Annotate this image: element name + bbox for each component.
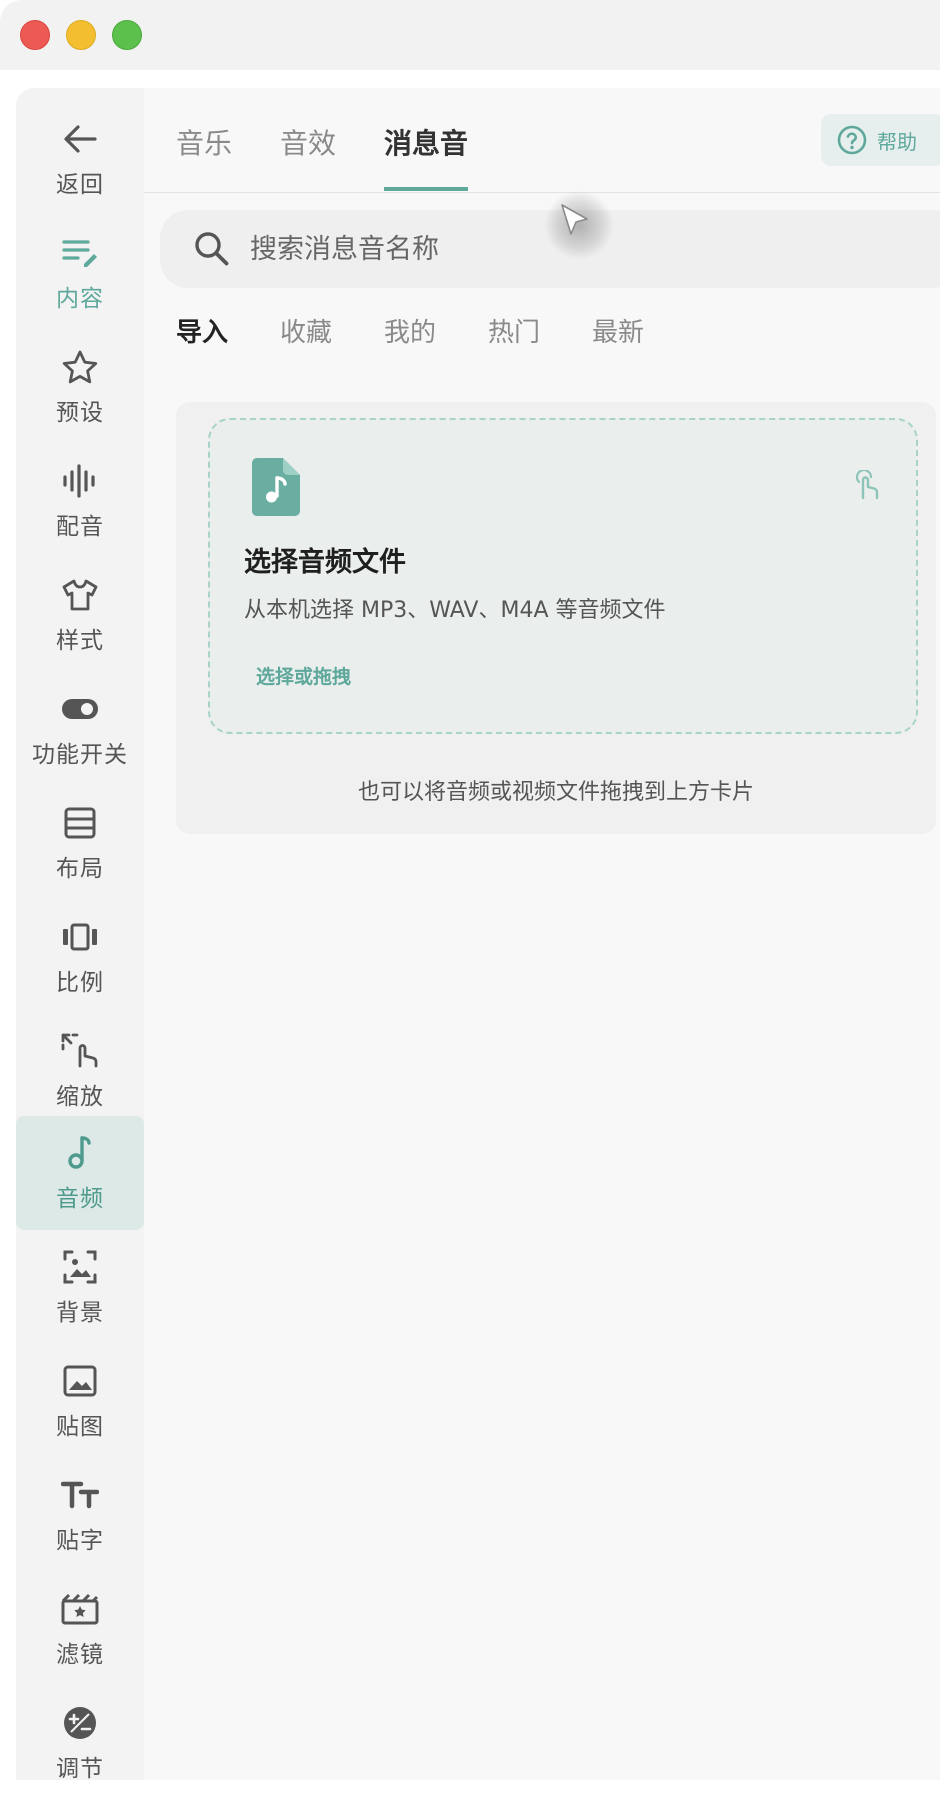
mouse-cursor — [544, 190, 614, 260]
subtab-latest[interactable]: 最新 — [592, 312, 644, 349]
edit-list-icon — [60, 233, 100, 273]
adjust-icon — [60, 1703, 100, 1743]
select-or-drag-link[interactable]: 选择或拖拽 — [256, 662, 351, 689]
image-icon — [60, 1361, 100, 1401]
zoom-gesture-icon — [60, 1031, 100, 1071]
sidebar-item-feature-toggle[interactable]: 功能开关 — [16, 672, 144, 786]
minimize-window-button[interactable] — [66, 20, 96, 50]
toggle-icon — [60, 689, 100, 729]
sidebar-item-dubbing[interactable]: 配音 — [16, 444, 144, 558]
text-icon — [60, 1475, 100, 1515]
sidebar: 返回 内容 预设 配音 样式 功能开关 布局 比例 缩放 音频 背景 贴图 贴字… — [16, 88, 144, 1782]
sidebar-item-filter[interactable]: 滤镜 — [16, 1572, 144, 1686]
drag-hint-text: 也可以将音频或视频文件拖拽到上方卡片 — [357, 780, 754, 805]
sidebar-item-background[interactable]: 背景 — [16, 1230, 144, 1344]
sidebar-item-label: 缩放 — [56, 1084, 104, 1110]
sidebar-item-adjust[interactable]: 调节 — [16, 1686, 144, 1800]
sidebar-item-label: 预设 — [56, 400, 104, 426]
search-input[interactable] — [248, 232, 812, 266]
waveform-icon — [60, 461, 100, 501]
import-panel: 选择音频文件 从本机选择 MP3、WAV、M4A 等音频文件 选择或拖拽 也可以… — [176, 402, 936, 834]
audio-file-icon — [252, 458, 300, 520]
audio-drop-zone[interactable]: 选择音频文件 从本机选择 MP3、WAV、M4A 等音频文件 选择或拖拽 — [208, 418, 918, 734]
help-button[interactable]: 帮助 — [821, 114, 940, 166]
active-tab-indicator — [384, 187, 468, 191]
touch-icon — [854, 469, 880, 504]
sidebar-item-label: 比例 — [56, 970, 104, 996]
subtab-import[interactable]: 导入 — [176, 312, 228, 349]
sidebar-item-presets[interactable]: 预设 — [16, 330, 144, 444]
card-description: 从本机选择 MP3、WAV、M4A 等音频文件 — [244, 598, 666, 623]
sidebar-item-zoom[interactable]: 缩放 — [16, 1014, 144, 1128]
title-bar — [0, 0, 940, 70]
sidebar-item-label: 样式 — [56, 628, 104, 654]
filter-icon — [60, 1589, 100, 1629]
main-panel: 音乐 音效 消息音 帮助 导入 收藏 我的 热门 最新 — [144, 88, 940, 1780]
card-title: 选择音频文件 — [244, 547, 406, 578]
tab-message-sounds[interactable]: 消息音 — [384, 122, 468, 162]
help-label: 帮助 — [877, 129, 917, 154]
sidebar-item-label: 贴字 — [56, 1528, 104, 1554]
shirt-icon — [60, 575, 100, 615]
subtab-favorites[interactable]: 收藏 — [280, 312, 332, 349]
zoom-window-button[interactable] — [112, 20, 142, 50]
sidebar-item-label: 调节 — [56, 1756, 104, 1782]
sidebar-item-label: 背景 — [56, 1300, 104, 1326]
search-icon — [194, 231, 230, 267]
sidebar-item-label: 内容 — [56, 286, 104, 312]
layout-icon — [60, 803, 100, 843]
sidebar-item-text-sticker[interactable]: 贴字 — [16, 1458, 144, 1572]
sidebar-item-label: 功能开关 — [32, 742, 128, 768]
arrow-left-icon — [60, 119, 100, 159]
music-note-icon — [60, 1133, 100, 1173]
sidebar-item-content[interactable]: 内容 — [16, 216, 144, 330]
ratio-icon — [60, 917, 100, 957]
tab-music[interactable]: 音乐 — [176, 122, 232, 162]
sidebar-item-sticker[interactable]: 贴图 — [16, 1344, 144, 1458]
background-image-icon — [60, 1247, 100, 1287]
subtab-mine[interactable]: 我的 — [384, 312, 436, 349]
sidebar-item-label: 滤镜 — [56, 1642, 104, 1668]
sidebar-item-label: 布局 — [56, 856, 104, 882]
close-window-button[interactable] — [20, 20, 50, 50]
subtab-popular[interactable]: 热门 — [488, 312, 540, 349]
sidebar-item-label: 音频 — [56, 1186, 104, 1212]
star-icon — [60, 347, 100, 387]
sidebar-item-style[interactable]: 样式 — [16, 558, 144, 672]
sidebar-item-ratio[interactable]: 比例 — [16, 900, 144, 1014]
sidebar-item-audio[interactable]: 音频 — [16, 1116, 144, 1230]
sidebar-item-label: 贴图 — [56, 1414, 104, 1440]
sidebar-item-label: 返回 — [56, 172, 104, 198]
sidebar-item-layout[interactable]: 布局 — [16, 786, 144, 900]
sidebar-item-label: 配音 — [56, 514, 104, 540]
tab-sound-effects[interactable]: 音效 — [280, 122, 336, 162]
tab-bar: 音乐 音效 消息音 帮助 — [144, 88, 940, 193]
help-icon — [837, 125, 867, 155]
sidebar-item-back[interactable]: 返回 — [16, 102, 144, 216]
